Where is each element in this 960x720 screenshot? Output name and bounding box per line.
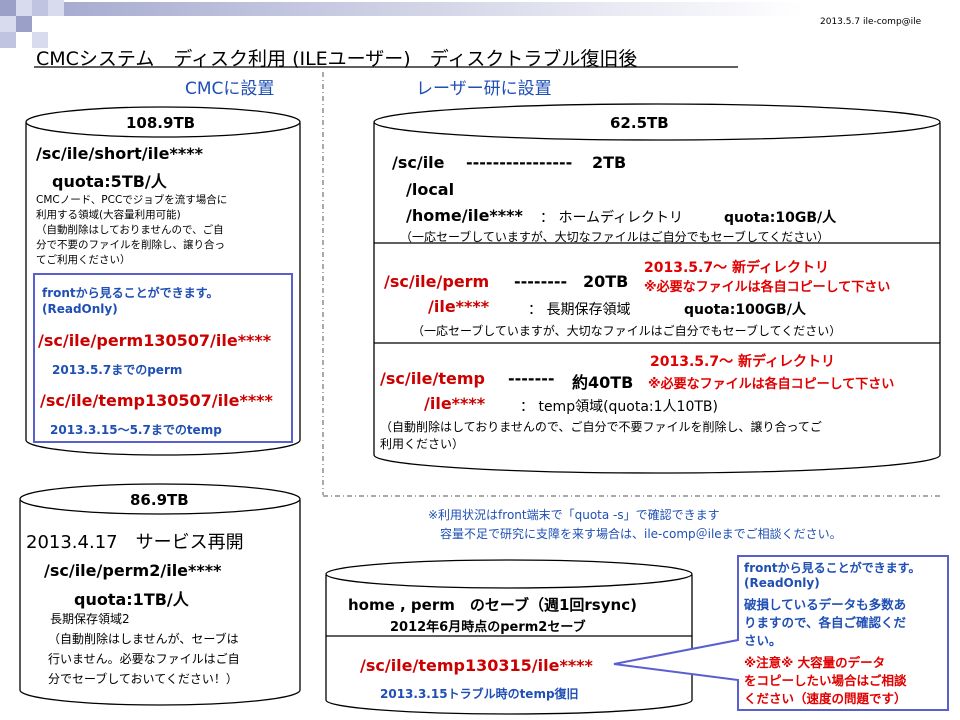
cmc-section-label: CMCに設置 <box>185 79 275 99</box>
callout-red-1: ※注意※ 大容量のデータ <box>744 655 886 670</box>
laser-perm-new-dir: 2013.5.7～ 新ディレクトリ <box>644 260 829 276</box>
laser-home-path: /home/ile**** <box>406 206 523 225</box>
laser-home-desc: ： ホームディレクトリ <box>540 210 684 226</box>
cmc-box-note-1: frontから見ることができます。 <box>42 286 219 300</box>
callout-red-2: をコピーしたい場合はご相談 <box>744 673 907 688</box>
usage-note-2: 容量不足で研究に支障を来す場合は、ile-comp＠ileまでご相談ください。 <box>440 527 842 541</box>
perm2-capacity: 86.9TB <box>130 491 189 509</box>
usage-note-1: ※利用状況はfront端末で「quota -s」で確認できます <box>428 508 720 522</box>
cmc-perm130507-note: 2013.5.7までのperm <box>52 363 183 377</box>
laser-home-note: （一応セーブしていますが、大切なファイルはご自分でもセーブしてください） <box>400 230 830 244</box>
callout-blue-4: りますので、各自ご確認くだ <box>744 615 907 630</box>
laser-sc-ile-dash: ---------------- <box>466 153 573 172</box>
cmc-capacity: 108.9TB <box>126 114 196 132</box>
cmc-box-note-2: (ReadOnly) <box>42 302 118 316</box>
laser-perm-dash: -------- <box>514 272 568 291</box>
laser-temp-path: /sc/ile/temp <box>380 369 485 388</box>
callout-red-3: ください（速度の問題です） <box>744 691 907 706</box>
laser-capacity: 62.5TB <box>610 114 669 132</box>
perm2-desc-4: 分でセーブしておいてください！） <box>48 672 238 686</box>
cmc-desc-2: 利用する領域(大容量利用可能) <box>36 209 181 221</box>
callout-blue-2: (ReadOnly) <box>744 576 820 590</box>
date-author-label: 2013.5.7 ile-comp@ile <box>820 17 922 27</box>
perm2-desc-2: （自動削除はしませんが、セーブは <box>48 632 239 646</box>
laser-perm-sub: /ile**** <box>428 297 490 316</box>
save-temp130315-note: 2013.3.15トラブル時のtemp復旧 <box>380 687 579 701</box>
callout-blue-5: さい。 <box>744 633 782 648</box>
laser-local-path: /local <box>406 180 455 199</box>
laser-temp-new-dir: 2013.5.7～ 新ディレクトリ <box>650 354 835 370</box>
callout-blue-1: frontから見ることができます。 <box>744 561 921 575</box>
perm2-desc-3: 行いません。必要なファイルはご自 <box>48 652 240 666</box>
perm2-quota: quota:1TB/人 <box>74 590 189 609</box>
laser-perm-desc: ： 長期保存領域 <box>528 302 631 318</box>
cmc-perm130507-path: /sc/ile/perm130507/ile**** <box>38 331 272 350</box>
laser-perm-size: 20TB <box>583 272 629 291</box>
perm2-path: /sc/ile/perm2/ile**** <box>44 561 222 580</box>
laser-temp-note-1: （自動削除はしておりませんので、ご自分で不要ファイルを削除し、譲り合ってご <box>380 420 822 434</box>
cmc-desc-3: （自動削除はしておりませんので、ご自 <box>36 224 224 236</box>
save-temp130315-path: /sc/ile/temp130315/ile**** <box>360 656 593 675</box>
page-title: CMCシステム ディスク利用 (ILEユーザー) ディスクトラブル復旧後 <box>36 48 638 70</box>
perm2-desc-1: 長期保存領域2 <box>50 612 130 626</box>
laser-section-label: レーザー研に設置 <box>416 79 552 99</box>
laser-perm-path: /sc/ile/perm <box>384 272 490 291</box>
laser-perm-copy-note: ※必要なファイルは各自コピーして下さい <box>644 280 891 295</box>
laser-home-quota: quota:10GB/人 <box>724 210 837 226</box>
laser-temp-sub: /ile**** <box>424 394 486 413</box>
cmc-temp130507-path: /sc/ile/temp130507/ile**** <box>40 391 273 410</box>
cmc-desc-5: てご利用ください） <box>36 254 131 266</box>
perm2-service-restart: 2013.4.17 サービス再開 <box>26 532 244 553</box>
cmc-short-quota: quota:5TB/人 <box>52 172 167 191</box>
laser-temp-note-2: 利用ください） <box>380 437 465 451</box>
laser-perm-quota: quota:100GB/人 <box>684 302 806 318</box>
save-title-2: 2012年6月時点のperm2セーブ <box>390 620 586 635</box>
laser-temp-desc: ： temp領域(quota:1人10TB) <box>520 399 718 415</box>
cmc-short-path: /sc/ile/short/ile**** <box>36 144 203 163</box>
laser-sc-ile-path: /sc/ile <box>392 153 445 172</box>
cmc-temp130507-note: 2013.3.15～5.7までのtemp <box>50 423 222 437</box>
laser-temp-copy-note: ※必要なファイルは各自コピーして下さい <box>648 377 895 392</box>
callout-blue-3: 破損しているデータも多数あ <box>744 597 907 612</box>
laser-temp-dash: ------- <box>508 369 555 388</box>
laser-sc-ile-size: 2TB <box>592 153 627 172</box>
save-title-1: home , perm のセーブ（週1回rsync) <box>348 596 637 614</box>
cmc-desc-4: 分で不要のファイルを削除し、譲り合っ <box>36 239 225 251</box>
laser-perm-note: （一応セーブしていますが、大切なファイルはご自分でもセーブしてください） <box>412 324 842 338</box>
cmc-desc-1: CMCノード、PCCでジョブを流す場合に <box>36 194 228 206</box>
laser-temp-size: 約40TB <box>572 373 634 392</box>
